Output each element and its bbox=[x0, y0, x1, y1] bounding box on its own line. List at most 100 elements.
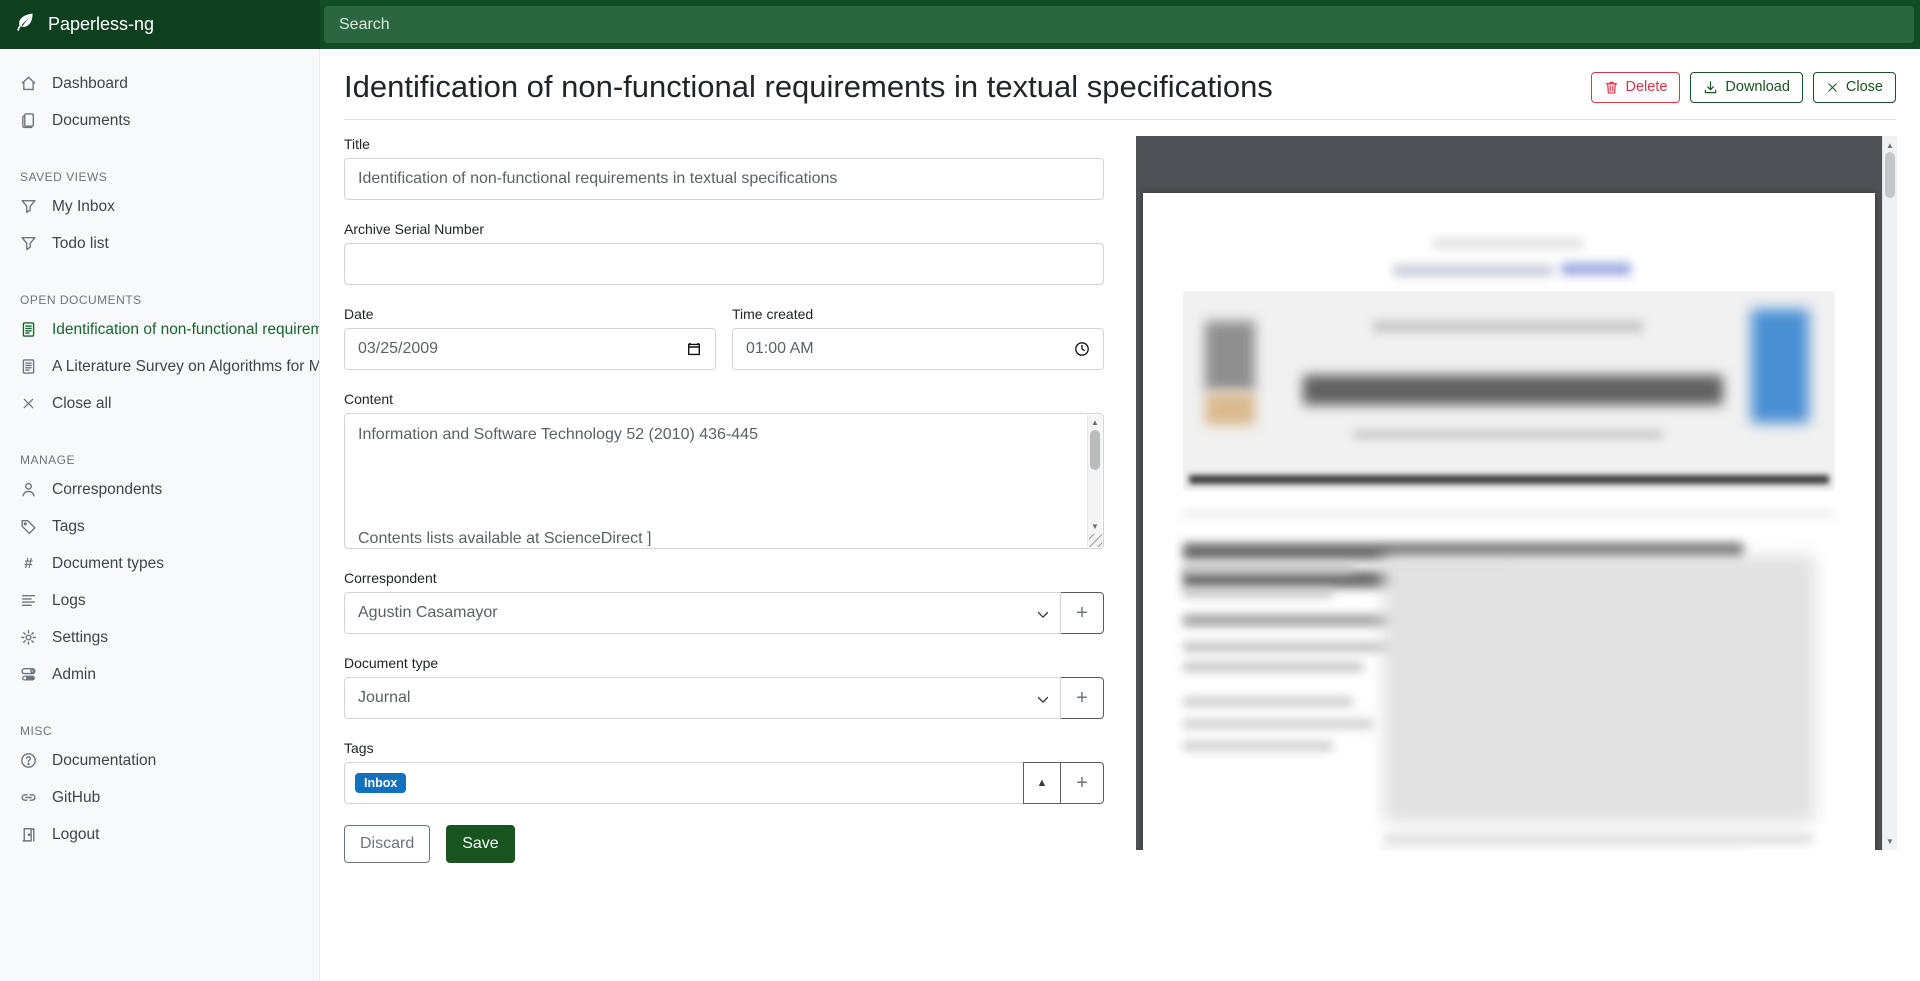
sidebar-item-label: Documents bbox=[52, 112, 130, 130]
add-tag-button[interactable]: + bbox=[1060, 762, 1104, 804]
content-label: Content bbox=[344, 391, 1104, 407]
sidebar-section-misc: MISC bbox=[0, 720, 319, 742]
asn-label: Archive Serial Number bbox=[344, 221, 1104, 237]
date-value: 03/25/2009 bbox=[358, 340, 438, 358]
sidebar-item-label: Admin bbox=[52, 666, 96, 684]
collapse-tags-button[interactable]: ▲ bbox=[1023, 762, 1061, 804]
hash-icon: # bbox=[20, 555, 37, 572]
files-icon bbox=[20, 112, 37, 129]
scroll-down-arrow[interactable]: ▼ bbox=[1088, 519, 1102, 533]
scrollbar-thumb[interactable] bbox=[1090, 430, 1100, 470]
calendar-icon[interactable] bbox=[686, 341, 702, 357]
time-value: 01:00 AM bbox=[746, 340, 814, 358]
sidebar-item-logs[interactable]: Logs bbox=[0, 582, 319, 619]
tags-label: Tags bbox=[344, 740, 1104, 756]
sidebar-item-github[interactable]: GitHub bbox=[0, 779, 319, 816]
add-correspondent-button[interactable]: + bbox=[1060, 592, 1104, 634]
time-label: Time created bbox=[732, 306, 1104, 322]
add-document-type-button[interactable]: + bbox=[1060, 677, 1104, 719]
sidebar-item-tags[interactable]: Tags bbox=[0, 508, 319, 545]
date-input[interactable]: 03/25/2009 bbox=[344, 328, 716, 370]
discard-button[interactable]: Discard bbox=[344, 825, 430, 863]
sidebar-section-saved-views: SAVED VIEWS bbox=[0, 166, 319, 188]
sidebar-item-dashboard[interactable]: Dashboard bbox=[0, 65, 319, 102]
download-button-label: Download bbox=[1725, 79, 1790, 95]
sidebar-item-label: Tags bbox=[52, 518, 85, 536]
close-button[interactable]: Close bbox=[1813, 72, 1896, 103]
document-type-select[interactable]: Journal bbox=[344, 677, 1061, 719]
app-brand[interactable]: Paperless-ng bbox=[0, 0, 320, 49]
sidebar-item-label: Logout bbox=[52, 826, 99, 844]
clock-icon[interactable] bbox=[1074, 341, 1090, 357]
title-label: Title bbox=[344, 136, 1104, 152]
content-text: Information and Software Technology 52 (… bbox=[358, 422, 1083, 546]
question-circle-icon bbox=[20, 752, 37, 769]
journal-banner bbox=[1183, 291, 1835, 491]
sidebar-item-close-all[interactable]: Close all bbox=[0, 385, 319, 422]
sidebar-item-label: Settings bbox=[52, 629, 108, 647]
document-edit-form: Title Archive Serial Number Date 03/25/2… bbox=[344, 136, 1104, 863]
file-text-icon bbox=[20, 321, 37, 338]
sidebar-item-logout[interactable]: Logout bbox=[0, 816, 319, 853]
sidebar-item-my-inbox[interactable]: My Inbox bbox=[0, 188, 319, 225]
content-textarea[interactable]: Information and Software Technology 52 (… bbox=[344, 413, 1104, 549]
asn-input[interactable] bbox=[344, 243, 1104, 285]
sidebar-item-label: Identification of non-functional require… bbox=[52, 321, 320, 339]
sidebar-item-label: Logs bbox=[52, 592, 86, 610]
date-label: Date bbox=[344, 306, 716, 322]
link-icon bbox=[20, 789, 37, 806]
sidebar-item-open-doc-1[interactable]: Identification of non-functional require… bbox=[0, 311, 319, 348]
sidebar-item-label: My Inbox bbox=[52, 198, 115, 216]
correspondent-value: Agustin Casamayor bbox=[358, 604, 498, 622]
main-panel: Identification of non-functional require… bbox=[320, 49, 1920, 981]
search-input[interactable] bbox=[324, 6, 1914, 43]
save-button[interactable]: Save bbox=[446, 825, 514, 863]
app-title: Paperless-ng bbox=[48, 14, 154, 35]
trash-icon bbox=[1604, 80, 1619, 95]
sidebar-item-label: Documentation bbox=[52, 752, 156, 770]
scrollbar-thumb[interactable] bbox=[1885, 152, 1895, 198]
download-icon bbox=[1703, 80, 1718, 95]
sidebar-item-settings[interactable]: Settings bbox=[0, 619, 319, 656]
document-type-label: Document type bbox=[344, 655, 1104, 671]
door-icon bbox=[20, 826, 37, 843]
sidebar-item-correspondents[interactable]: Correspondents bbox=[0, 471, 319, 508]
delete-button[interactable]: Delete bbox=[1591, 72, 1681, 103]
correspondent-label: Correspondent bbox=[344, 570, 1104, 586]
sidebar-item-label: A Literature Survey on Algorithms for Mu… bbox=[52, 358, 320, 376]
pdf-page bbox=[1143, 193, 1875, 850]
download-button[interactable]: Download bbox=[1690, 72, 1803, 103]
sidebar-item-document-types[interactable]: # Document types bbox=[0, 545, 319, 582]
top-navbar: Paperless-ng bbox=[0, 0, 1920, 49]
sidebar-item-label: Dashboard bbox=[52, 75, 128, 93]
tag-icon bbox=[20, 518, 37, 535]
resize-grip[interactable] bbox=[1089, 534, 1102, 547]
sidebar-item-documentation[interactable]: Documentation bbox=[0, 742, 319, 779]
sidebar-item-open-doc-2[interactable]: A Literature Survey on Algorithms for Mu… bbox=[0, 348, 319, 385]
file-text-icon bbox=[20, 358, 37, 375]
correspondent-select[interactable]: Agustin Casamayor bbox=[344, 592, 1061, 634]
page-title: Identification of non-functional require… bbox=[344, 65, 1273, 109]
sidebar-item-label: Todo list bbox=[52, 235, 109, 253]
funnel-icon bbox=[20, 235, 37, 252]
document-type-value: Journal bbox=[358, 689, 410, 707]
sidebar-item-todo-list[interactable]: Todo list bbox=[0, 225, 319, 262]
sidebar-item-admin[interactable]: Admin bbox=[0, 656, 319, 693]
title-input[interactable] bbox=[344, 158, 1104, 200]
scroll-up-arrow[interactable]: ▲ bbox=[1883, 138, 1897, 152]
close-button-label: Close bbox=[1846, 79, 1883, 95]
preview-scrollbar[interactable]: ▲ ▼ bbox=[1882, 136, 1897, 850]
document-action-buttons: Delete Download Close bbox=[1591, 72, 1897, 103]
close-icon bbox=[1826, 81, 1839, 94]
chevron-down-icon bbox=[1037, 691, 1049, 709]
scroll-down-arrow[interactable]: ▼ bbox=[1883, 834, 1897, 848]
time-input[interactable]: 01:00 AM bbox=[732, 328, 1104, 370]
content-scrollbar[interactable]: ▲ ▼ bbox=[1087, 415, 1102, 547]
tags-input[interactable]: Inbox bbox=[344, 762, 1024, 804]
sidebar-section-open-documents: OPEN DOCUMENTS bbox=[0, 289, 319, 311]
scroll-up-arrow[interactable]: ▲ bbox=[1088, 415, 1102, 429]
document-preview-pane: ▲ ▼ bbox=[1136, 136, 1897, 850]
sidebar-item-documents[interactable]: Documents bbox=[0, 102, 319, 139]
pdf-viewer bbox=[1136, 136, 1882, 850]
funnel-icon bbox=[20, 198, 37, 215]
